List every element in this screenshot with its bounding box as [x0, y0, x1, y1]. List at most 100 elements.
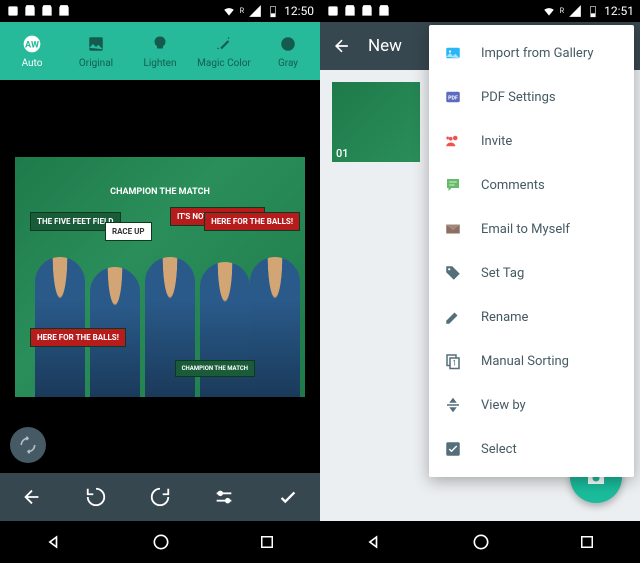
comment-icon — [443, 175, 463, 195]
nav-back[interactable] — [44, 532, 64, 552]
notif-icon — [326, 4, 340, 18]
email-icon — [443, 219, 463, 239]
sign-balls: HERE FOR THE BALLS! — [30, 328, 126, 347]
app-title: New — [368, 36, 402, 56]
menu-label: Import from Gallery — [481, 46, 594, 61]
photo-banner: CHAMPION THE MATCH — [110, 187, 210, 197]
rotate-right-button[interactable] — [140, 477, 180, 517]
arrow-left-icon — [332, 36, 352, 56]
menu-label: Comments — [481, 178, 545, 193]
viewby-icon — [443, 395, 463, 415]
rotate-fab[interactable] — [10, 427, 46, 463]
menu-manual-sorting[interactable]: 1 Manual Sorting — [429, 339, 634, 383]
nav-bar-left — [0, 521, 320, 563]
square-recent-icon — [578, 533, 596, 551]
status-bar-right: R 12:51 — [320, 0, 640, 22]
menu-pdf-settings[interactable]: PDF PDF Settings — [429, 75, 634, 119]
triangle-back-icon — [44, 532, 64, 552]
person — [35, 257, 85, 397]
tag-icon — [443, 263, 463, 283]
auto-icon: AW — [22, 34, 42, 54]
rotate-ccw-icon — [85, 486, 107, 508]
sign-balls: HERE FOR THE BALLS! — [204, 212, 300, 231]
sign-champ: CHAMPION THE MATCH — [175, 360, 255, 377]
back-button[interactable] — [12, 477, 52, 517]
gallery-icon — [443, 43, 463, 63]
notif-icon — [6, 4, 20, 18]
menu-label: PDF Settings — [481, 90, 556, 105]
nav-home[interactable] — [471, 532, 491, 552]
overflow-menu: Import from Gallery PDF PDF Settings Inv… — [429, 25, 634, 477]
menu-view-by[interactable]: View by — [429, 383, 634, 427]
rotate-left-button[interactable] — [76, 477, 116, 517]
menu-label: Email to Myself — [481, 222, 570, 237]
wifi-icon — [222, 4, 236, 18]
filter-gray[interactable]: Gray — [256, 34, 320, 69]
network-label: R — [560, 7, 564, 15]
wifi-icon — [542, 4, 556, 18]
thumbnail[interactable]: 01 — [332, 82, 420, 162]
svg-text:PDF: PDF — [448, 95, 458, 101]
shop-icon — [23, 4, 37, 18]
nav-recent[interactable] — [258, 533, 276, 551]
nav-bar-right — [320, 521, 640, 563]
signal-icon — [568, 4, 582, 18]
pdf-icon: PDF — [443, 87, 463, 107]
filter-magic[interactable]: Magic Color — [192, 34, 256, 69]
nav-recent[interactable] — [578, 533, 596, 551]
clock: 12:51 — [604, 4, 634, 18]
adjust-button[interactable] — [204, 477, 244, 517]
filter-auto[interactable]: AW Auto — [0, 34, 64, 69]
filter-original[interactable]: Original — [64, 34, 128, 69]
back-button[interactable] — [332, 36, 352, 56]
menu-set-tag[interactable]: Set Tag — [429, 251, 634, 295]
menu-import-gallery[interactable]: Import from Gallery — [429, 31, 634, 75]
status-bar-left: R 12:50 — [0, 0, 320, 22]
image-icon — [86, 34, 106, 54]
menu-email-myself[interactable]: Email to Myself — [429, 207, 634, 251]
svg-text:1: 1 — [452, 359, 456, 368]
circle-home-icon — [471, 532, 491, 552]
menu-label: Invite — [481, 134, 512, 149]
sliders-icon — [213, 486, 235, 508]
signal-icon — [248, 4, 262, 18]
shop-icon — [360, 4, 374, 18]
battery-icon — [586, 4, 600, 18]
thumbnail-number: 01 — [336, 147, 349, 160]
rotate-cw-icon — [149, 486, 171, 508]
circle-home-icon — [151, 532, 171, 552]
menu-select[interactable]: Select — [429, 427, 634, 471]
filter-lighten[interactable]: Lighten — [128, 34, 192, 69]
shop-icon — [57, 4, 71, 18]
photo-viewport[interactable]: CHAMPION THE MATCH THE FIVE FEET FIELD R… — [0, 80, 320, 473]
shop-icon — [40, 4, 54, 18]
sort-icon: 1 — [443, 351, 463, 371]
nav-home[interactable] — [151, 532, 171, 552]
pencil-icon — [443, 307, 463, 327]
battery-icon — [266, 4, 280, 18]
menu-rename[interactable]: Rename — [429, 295, 634, 339]
invite-icon — [443, 131, 463, 151]
menu-label: Rename — [481, 310, 528, 325]
menu-label: Set Tag — [481, 266, 524, 281]
svg-text:AW: AW — [25, 40, 39, 50]
gray-icon — [278, 34, 298, 54]
menu-label: View by — [481, 398, 526, 413]
wand-icon — [214, 34, 234, 54]
rotate-pair-icon — [18, 435, 38, 455]
check-icon — [277, 486, 299, 508]
menu-comments[interactable]: Comments — [429, 163, 634, 207]
network-label: R — [240, 7, 244, 15]
shop-icon — [377, 4, 391, 18]
menu-invite[interactable]: Invite — [429, 119, 634, 163]
menu-label: Select — [481, 442, 517, 457]
right-phone: R 12:51 New 01 Import from G — [320, 0, 640, 563]
confirm-button[interactable] — [268, 477, 308, 517]
right-content: New 01 Import from Gallery PDF PDF Setti… — [320, 22, 640, 521]
shop-icon — [343, 4, 357, 18]
menu-label: Manual Sorting — [481, 354, 569, 369]
arrow-left-icon — [21, 486, 43, 508]
bulb-icon — [150, 34, 170, 54]
nav-back[interactable] — [364, 532, 384, 552]
photo: CHAMPION THE MATCH THE FIVE FEET FIELD R… — [15, 157, 305, 397]
